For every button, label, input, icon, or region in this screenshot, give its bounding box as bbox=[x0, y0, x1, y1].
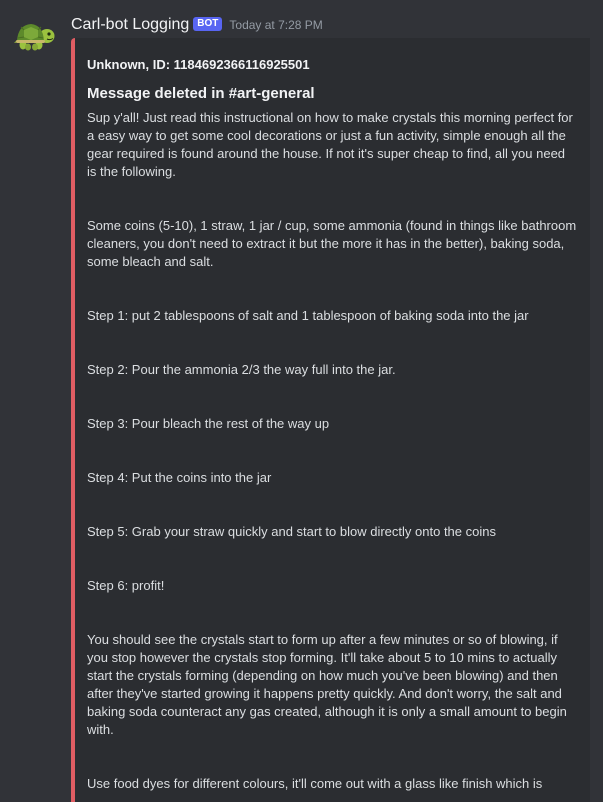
embed-paragraph: Use food dyes for different colours, it'… bbox=[87, 776, 543, 791]
embed-paragraph: You should see the crystals start to for… bbox=[87, 632, 567, 737]
username[interactable]: Carl-bot Logging bbox=[71, 16, 189, 34]
log-embed: Unknown, ID: 1184692366116925501 Message… bbox=[71, 38, 590, 802]
embed-title: Message deleted in #art-general bbox=[87, 85, 315, 102]
embed-paragraph: Sup y'all! Just read this instructional … bbox=[87, 110, 573, 179]
embed-author: Unknown, ID: 1184692366116925501 bbox=[87, 57, 310, 72]
embed-paragraph: Step 4: Put the coins into the jar bbox=[87, 470, 272, 485]
embed-description: Sup y'all! Just read this instructional … bbox=[87, 109, 578, 793]
turtle-icon bbox=[14, 24, 55, 51]
embed-paragraph: Step 5: Grab your straw quickly and star… bbox=[87, 524, 496, 539]
embed-paragraph: Some coins (5-10), 1 straw, 1 jar / cup,… bbox=[87, 218, 577, 269]
bot-avatar[interactable] bbox=[14, 16, 56, 58]
embed-paragraph: Step 2: Pour the ammonia 2/3 the way ful… bbox=[87, 362, 396, 377]
timestamp[interactable]: Today at 7:28 PM bbox=[229, 18, 322, 32]
embed-paragraph: Step 3: Pour bleach the rest of the way … bbox=[87, 416, 330, 431]
chat-message: Carl-bot Logging BOT Today at 7:28 PM Un… bbox=[0, 0, 603, 802]
embed-paragraph: Step 1: put 2 tablespoons of salt and 1 … bbox=[87, 308, 529, 323]
embed-paragraph: Step 6: profit! bbox=[87, 578, 165, 593]
message-header: Carl-bot Logging BOT Today at 7:28 PM bbox=[71, 14, 323, 36]
bot-badge: BOT bbox=[193, 17, 223, 31]
